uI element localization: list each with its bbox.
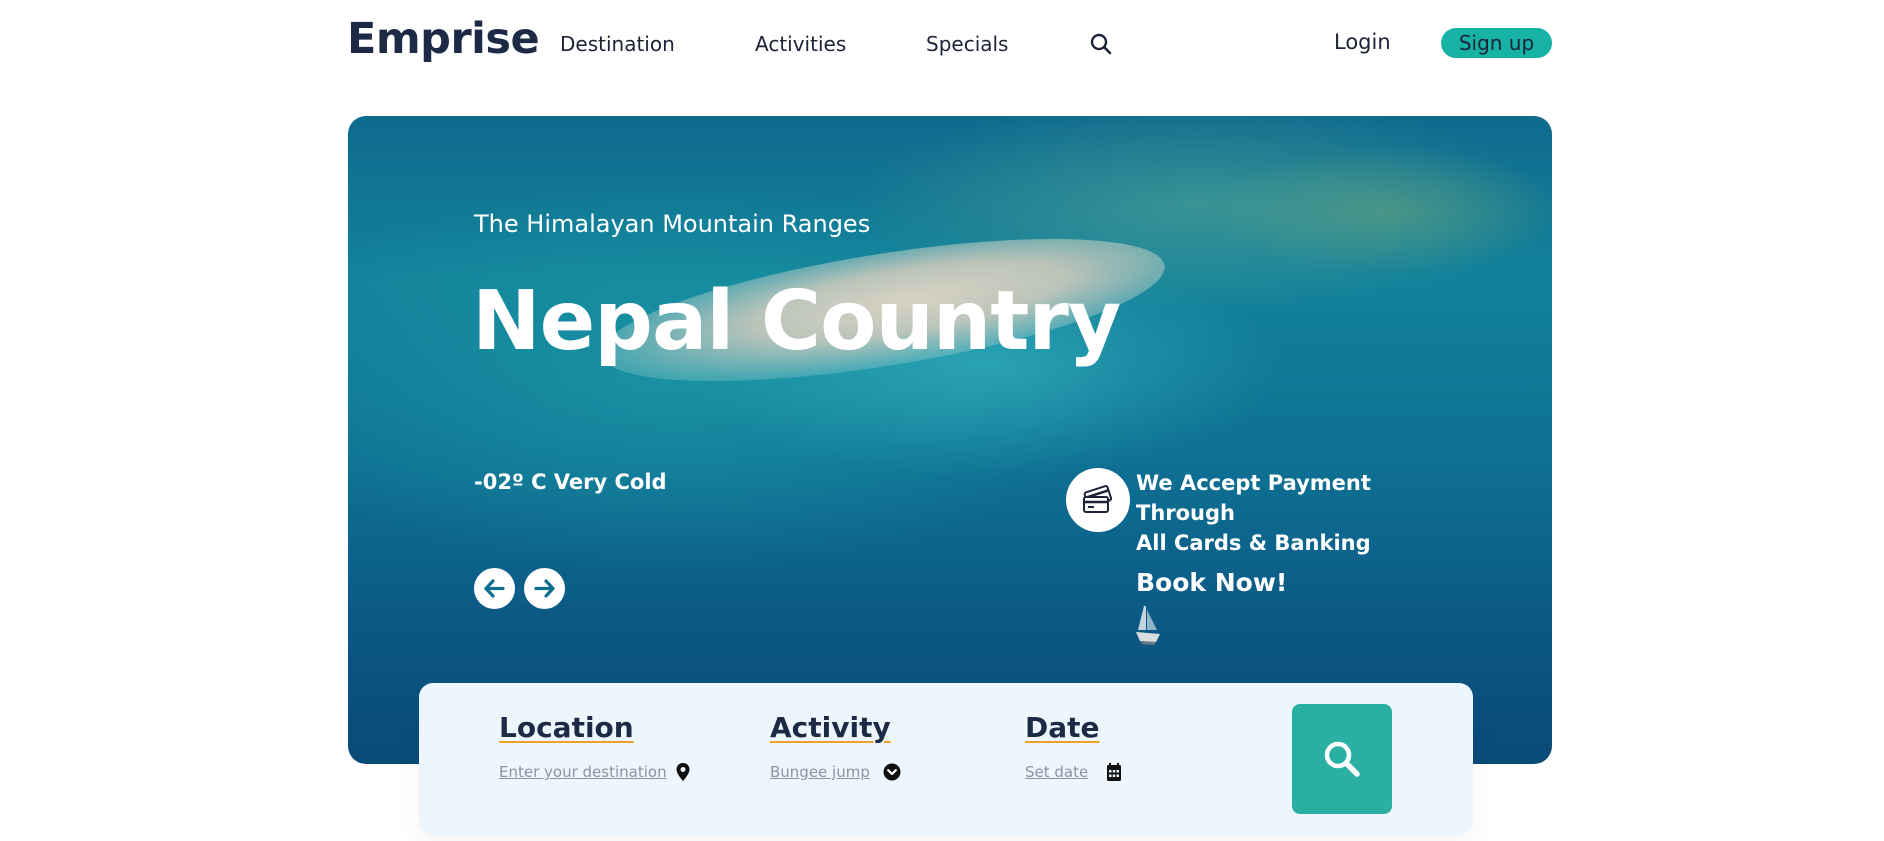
hero-title: Nepal Country xyxy=(472,274,1121,369)
arrow-right-icon xyxy=(534,579,555,598)
login-link[interactable]: Login xyxy=(1334,30,1391,54)
payment-info: We Accept Payment Through All Cards & Ba… xyxy=(1136,468,1456,558)
credit-cards-icon xyxy=(1083,485,1113,513)
payment-line-2: All Cards & Banking xyxy=(1136,531,1371,555)
logo[interactable]: Emprise xyxy=(347,14,540,64)
nav-activities[interactable]: Activities xyxy=(755,32,846,56)
book-now-link[interactable]: Book Now! xyxy=(1136,568,1287,597)
signup-button[interactable]: Sign up xyxy=(1441,28,1552,58)
search-icon xyxy=(1324,741,1360,777)
booking-search-panel: Location Enter your destination Activity… xyxy=(419,683,1473,835)
search-icon[interactable] xyxy=(1089,32,1113,56)
payment-badge xyxy=(1066,468,1130,532)
prev-slide-button[interactable] xyxy=(474,568,515,609)
activity-select[interactable]: Bungee jump xyxy=(770,763,870,781)
hero-subtitle: The Himalayan Mountain Ranges xyxy=(474,210,871,238)
search-submit-button[interactable] xyxy=(1292,704,1392,814)
nav-destination[interactable]: Destination xyxy=(560,32,675,56)
location-input[interactable]: Enter your destination xyxy=(499,763,667,781)
activity-label: Activity xyxy=(770,711,891,744)
location-label: Location xyxy=(499,711,634,744)
payment-line-1: We Accept Payment Through xyxy=(1136,471,1371,525)
boat-icon xyxy=(1136,606,1160,645)
chevron-down-icon[interactable] xyxy=(883,762,901,782)
hero-background-reef xyxy=(1208,146,1552,276)
date-input[interactable]: Set date xyxy=(1025,763,1088,781)
weather-info: -02º C Very Cold xyxy=(474,470,667,494)
hero-banner: The Himalayan Mountain Ranges Nepal Coun… xyxy=(348,116,1552,764)
site-header: Emprise Destination Activities Specials … xyxy=(0,0,1884,90)
calendar-icon[interactable] xyxy=(1105,762,1123,782)
arrow-left-icon xyxy=(484,579,505,598)
map-pin-icon[interactable] xyxy=(674,762,692,782)
date-label: Date xyxy=(1025,711,1100,744)
nav-specials[interactable]: Specials xyxy=(926,32,1008,56)
next-slide-button[interactable] xyxy=(524,568,565,609)
